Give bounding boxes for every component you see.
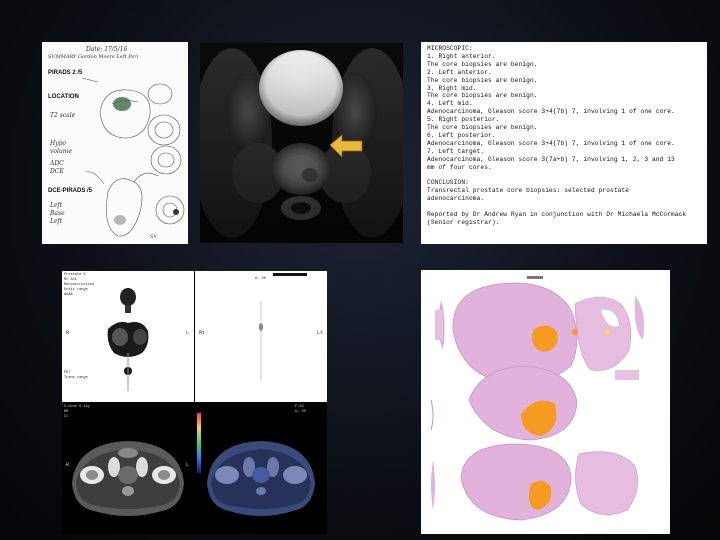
report-line: The core biopsies are benign. xyxy=(427,76,538,84)
color-scale-bar xyxy=(197,413,201,473)
histology-whole-mount-image xyxy=(421,270,670,534)
ct-info-text: S:bone 5 sky xyxy=(64,405,90,409)
pet-info-text: PET xyxy=(64,371,71,375)
pet-info-text: A: 50 xyxy=(295,410,306,414)
mri-axial-image xyxy=(200,43,403,243)
report-line: The core biopsies are benign. xyxy=(427,92,538,100)
pet-coronal-tile: A: 36 Rt Lt xyxy=(195,271,327,402)
ct-side-label: L xyxy=(186,462,190,468)
pet-info-text: Rt Ant xyxy=(64,278,77,282)
report-line: adenocarcinoma. xyxy=(427,195,485,203)
report-line: mm of four cores. xyxy=(427,163,492,171)
report-line: Adenocarcinoma, Gleason score 3(7a+b) 7,… xyxy=(427,155,675,163)
pathology-report: MICROSCOPIC: 1. Right anterior. The core b… xyxy=(421,42,707,244)
histology-slides xyxy=(430,276,644,521)
pet-info-text: Orbit range xyxy=(64,288,88,292)
report-line: Adenocarcinoma, Gleason score 3+4(7b) 7,… xyxy=(427,139,675,147)
lesion-marker xyxy=(113,97,131,111)
report-line: 6. Left posterior. xyxy=(427,131,496,139)
report-line: 5. Right posterior. xyxy=(427,116,500,124)
pet-info-text: Trans range xyxy=(64,376,88,380)
pet-ct-fused-tile: F-50 A: 50 xyxy=(195,403,327,534)
svg-text:SV: SV xyxy=(150,234,157,240)
pet-side-label: R xyxy=(66,330,70,336)
pet-side-label: L xyxy=(186,330,190,336)
report-line: CONCLUSION: xyxy=(427,179,469,187)
pet-side-label: Lt xyxy=(317,330,324,336)
pet-side-label: Rt xyxy=(199,330,206,336)
report-line: Transrectal prostate core biopsies: sele… xyxy=(427,187,630,195)
report-line: Reported by Dr Andrew Ryan in conjunctio… xyxy=(427,210,687,218)
report-line: The core biopsies are benign. xyxy=(427,60,538,68)
pet-mip-tile: Prostate 3 Rt Ant Reconstruction Orbit r… xyxy=(62,271,194,402)
report-line: MICROSCOPIC: xyxy=(427,45,473,52)
mri-scan xyxy=(200,43,403,243)
ct-info-text: Ct xyxy=(64,415,69,419)
pet-info-text: Reconstruction xyxy=(64,283,95,287)
pet-ct-panel: Prostate 3 Rt Ant Reconstruction Orbit r… xyxy=(62,271,327,534)
report-line: (Senior registrar). xyxy=(427,218,500,226)
report-line: 7. Left target. xyxy=(427,147,485,155)
ct-axial-tile: S:bone 5 sky NM Ct R L xyxy=(62,403,194,534)
report-line: 2. Left anterior. xyxy=(427,68,492,76)
report-line: The core biopsies are benign. xyxy=(427,124,538,131)
pet-info-text: AAAA xyxy=(64,293,73,297)
prostate-diagram: SV xyxy=(81,77,185,240)
report-line: 4. Left mid. xyxy=(427,100,473,108)
ct-side-label: R xyxy=(66,462,70,468)
pet-info-text: Prostate 3 xyxy=(64,273,86,277)
prostate-sketch-panel: Date: 17/5/16 SUMMARY Gordon Moore Left … xyxy=(42,42,188,244)
report-line: Adenocarcinoma, Gleason score 3+4(7b) 7,… xyxy=(427,108,675,116)
report-line: 1. Right anterior. xyxy=(427,52,496,60)
pet-info-text: A: 36 xyxy=(255,277,266,281)
pet-info-text: F-50 xyxy=(295,405,304,409)
ct-info-text: NM xyxy=(64,410,69,414)
report-line: 3. Right mid. xyxy=(427,84,477,92)
